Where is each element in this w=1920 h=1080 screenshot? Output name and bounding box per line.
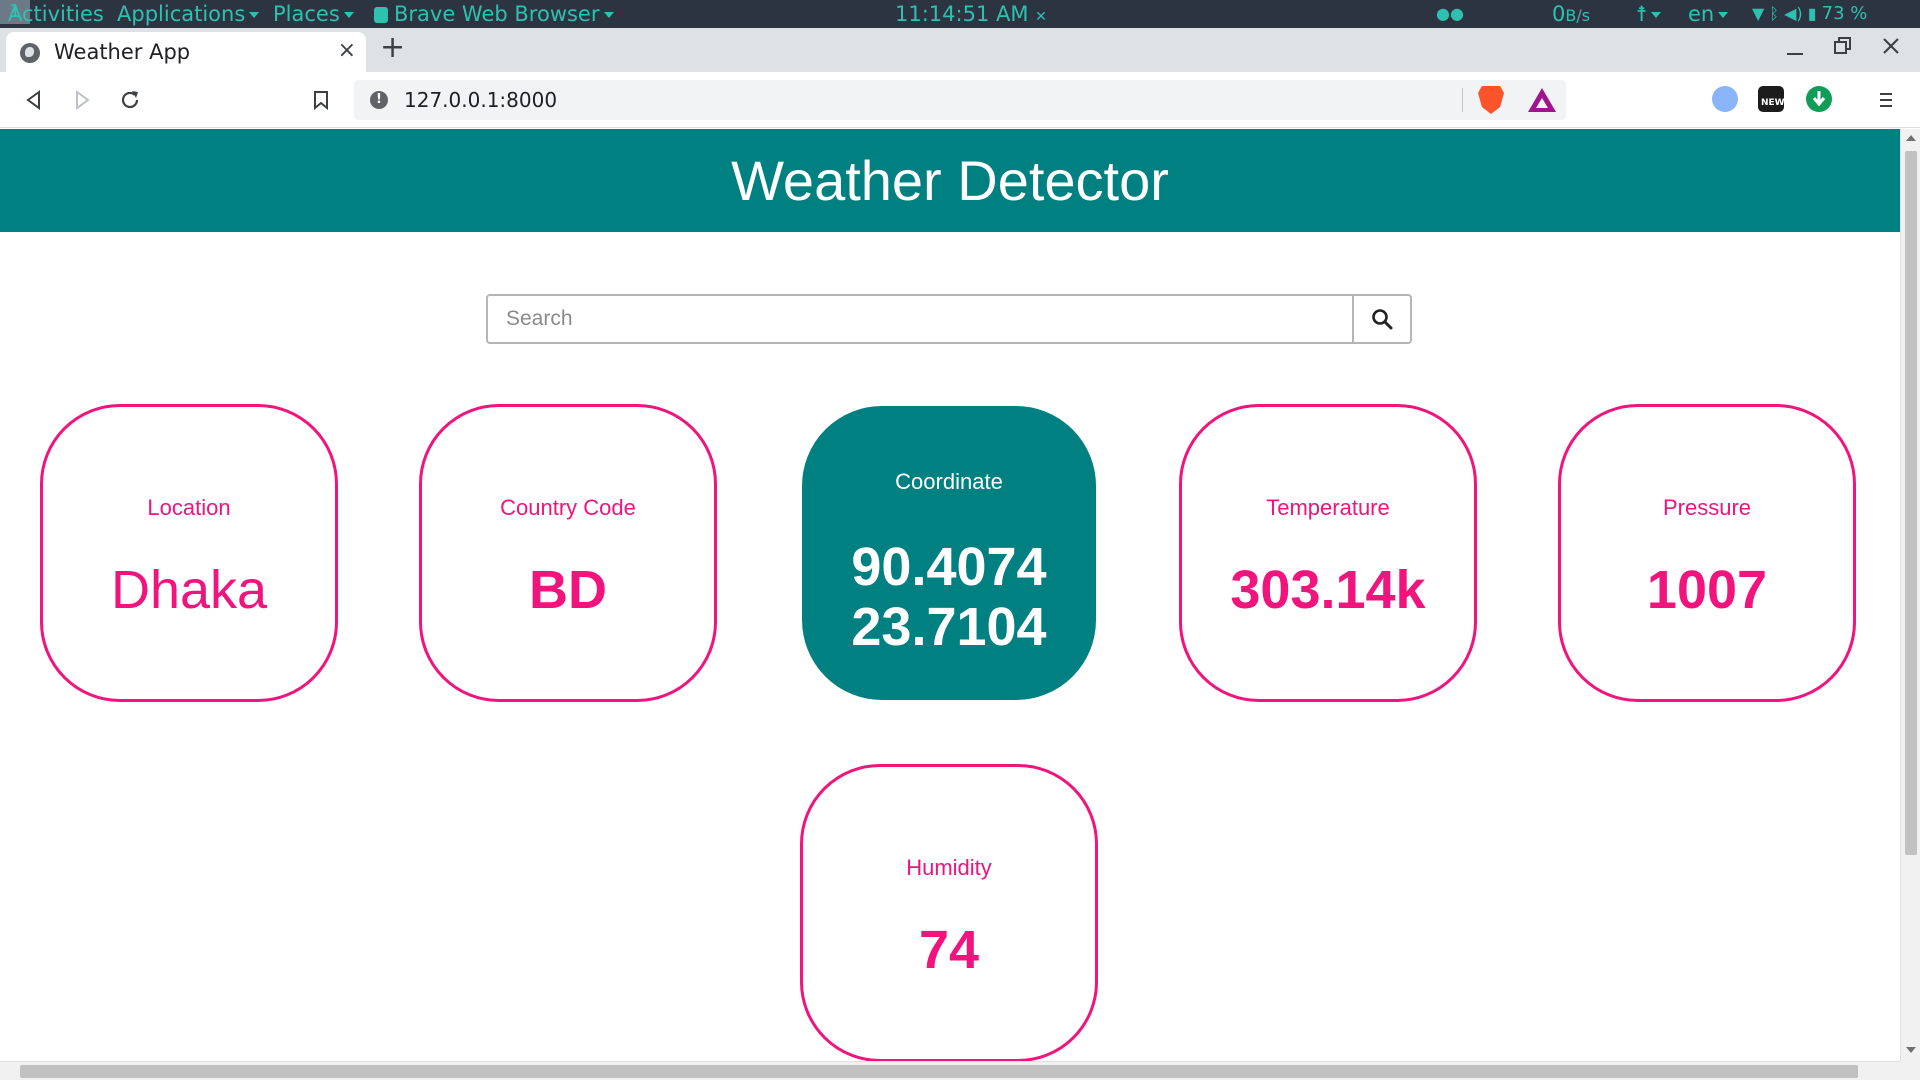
chevron-down-icon bbox=[343, 12, 354, 18]
search-icon bbox=[1372, 309, 1393, 330]
coordinate-card: Coordinate 90.4074 23.7104 bbox=[802, 406, 1096, 700]
brave-rewards-icon[interactable] bbox=[1528, 88, 1556, 112]
globe-icon bbox=[20, 43, 40, 63]
app-menu-label: Brave Web Browser bbox=[394, 2, 600, 26]
net-speed-value: 0 bbox=[1552, 2, 1566, 26]
system-top-bar: Activities Applications Places Brave Web… bbox=[0, 0, 1920, 28]
horizontal-scroll-thumb[interactable] bbox=[20, 1065, 1858, 1078]
extension-owl-icon[interactable] bbox=[1712, 86, 1738, 112]
language-menu[interactable]: en bbox=[1688, 0, 1729, 28]
menu-icon[interactable] bbox=[1870, 84, 1902, 116]
scrollbar-corner bbox=[1900, 1061, 1920, 1080]
clock[interactable]: 11:14:51 AM ✕ bbox=[895, 0, 1047, 28]
brave-shields-icon[interactable] bbox=[1478, 86, 1504, 114]
extension-news-icon[interactable]: NEW bbox=[1758, 86, 1785, 112]
country-code-card: Country Code BD bbox=[419, 404, 717, 702]
address-bar[interactable]: ! 127.0.0.1:8000 bbox=[354, 80, 1566, 120]
pressure-value: 1007 bbox=[1646, 560, 1768, 620]
humidity-value: 74 bbox=[918, 920, 980, 980]
coordinate-label: Coordinate bbox=[895, 469, 1003, 494]
network-speed: 0B/s bbox=[1552, 0, 1590, 28]
coordinate-value: 90.4074 23.7104 bbox=[805, 537, 1093, 657]
page-viewport: Weather Detector Location Dhaka Country … bbox=[0, 129, 1900, 1061]
temperature-card: Temperature 303.14k bbox=[1179, 404, 1477, 702]
temperature-value: 303.14k bbox=[1230, 560, 1426, 620]
search-input[interactable] bbox=[486, 294, 1354, 344]
humidity-label: Humidity bbox=[906, 855, 992, 880]
page-title: Weather Detector bbox=[731, 149, 1169, 212]
back-icon[interactable] bbox=[18, 84, 50, 116]
coordinate-latitude: 23.7104 bbox=[851, 597, 1047, 657]
temperature-label: Temperature bbox=[1266, 495, 1390, 520]
site-info-icon[interactable]: ! bbox=[370, 91, 388, 109]
net-speed-unit: B/s bbox=[1565, 6, 1591, 25]
alarm-off-icon: ✕ bbox=[1035, 9, 1047, 25]
location-label: Location bbox=[147, 495, 231, 520]
browser-tab[interactable]: Weather App × bbox=[6, 32, 366, 72]
volume-icon: ◀) bbox=[1784, 4, 1803, 23]
battery-label: 73 % bbox=[1821, 3, 1868, 24]
close-window-icon[interactable] bbox=[1880, 32, 1902, 68]
places-menu[interactable]: Places bbox=[273, 0, 354, 28]
accessibility-icon: ☨ bbox=[1636, 2, 1648, 26]
pressure-label: Pressure bbox=[1662, 495, 1752, 520]
applications-menu[interactable]: Applications bbox=[117, 0, 260, 28]
chevron-down-icon bbox=[1651, 12, 1662, 18]
vertical-scrollbar[interactable] bbox=[1900, 129, 1920, 1061]
horizontal-scrollbar[interactable] bbox=[0, 1061, 1900, 1080]
chevron-down-icon bbox=[1718, 12, 1729, 18]
minimize-window-icon[interactable] bbox=[1784, 32, 1806, 68]
page-header: Weather Detector bbox=[0, 129, 1900, 232]
country-code-label: Country Code bbox=[500, 495, 636, 520]
battery-icon: ▮ bbox=[1807, 4, 1817, 23]
humidity-card: Humidity 74 bbox=[800, 764, 1098, 1061]
tab-title: Weather App bbox=[54, 40, 191, 64]
url-text[interactable]: 127.0.0.1:8000 bbox=[404, 88, 557, 112]
camera-icon[interactable]: ●● bbox=[1436, 0, 1464, 28]
browser-toolbar: ! 127.0.0.1:8000 NEW bbox=[0, 72, 1920, 128]
bluetooth-icon: ᛒ bbox=[1769, 4, 1780, 23]
address-bar-divider bbox=[1462, 88, 1463, 112]
brave-app-icon bbox=[374, 7, 388, 23]
search-button[interactable] bbox=[1352, 294, 1412, 344]
status-menu[interactable]: ▼ ᛒ ◀) ▮ 73 % bbox=[1752, 0, 1867, 28]
applications-label: Applications bbox=[117, 2, 246, 26]
places-label: Places bbox=[273, 2, 340, 26]
tab-strip: Weather App × + bbox=[0, 28, 1920, 72]
reload-icon[interactable] bbox=[114, 84, 146, 116]
new-tab-button[interactable]: + bbox=[380, 30, 405, 65]
extension-download-icon[interactable] bbox=[1806, 86, 1832, 112]
country-code-value: BD bbox=[529, 560, 607, 620]
activities-button[interactable]: Activities bbox=[8, 0, 104, 28]
scroll-up-arrow-icon[interactable] bbox=[1906, 135, 1916, 141]
chevron-down-icon bbox=[249, 12, 260, 18]
chevron-down-icon bbox=[603, 12, 614, 18]
vertical-scroll-thumb[interactable] bbox=[1905, 151, 1917, 855]
forward-icon[interactable] bbox=[66, 84, 98, 116]
pressure-card: Pressure 1007 bbox=[1558, 404, 1856, 702]
clock-label: 11:14:51 AM bbox=[895, 2, 1029, 26]
app-menu[interactable]: Brave Web Browser bbox=[374, 0, 614, 28]
bookmark-icon[interactable] bbox=[305, 84, 337, 116]
close-tab-icon[interactable]: × bbox=[338, 38, 356, 63]
svg-text:NEW: NEW bbox=[1761, 98, 1784, 108]
coordinate-longitude: 90.4074 bbox=[851, 537, 1047, 597]
wifi-icon: ▼ bbox=[1752, 4, 1765, 23]
scroll-down-arrow-icon[interactable] bbox=[1906, 1047, 1916, 1053]
search-form bbox=[486, 294, 1412, 344]
location-value: Dhaka bbox=[110, 560, 268, 620]
location-card: Location Dhaka bbox=[40, 404, 338, 702]
language-label: en bbox=[1688, 2, 1715, 26]
restore-window-icon[interactable] bbox=[1832, 32, 1854, 68]
accessibility-menu[interactable]: ☨ bbox=[1636, 0, 1662, 28]
